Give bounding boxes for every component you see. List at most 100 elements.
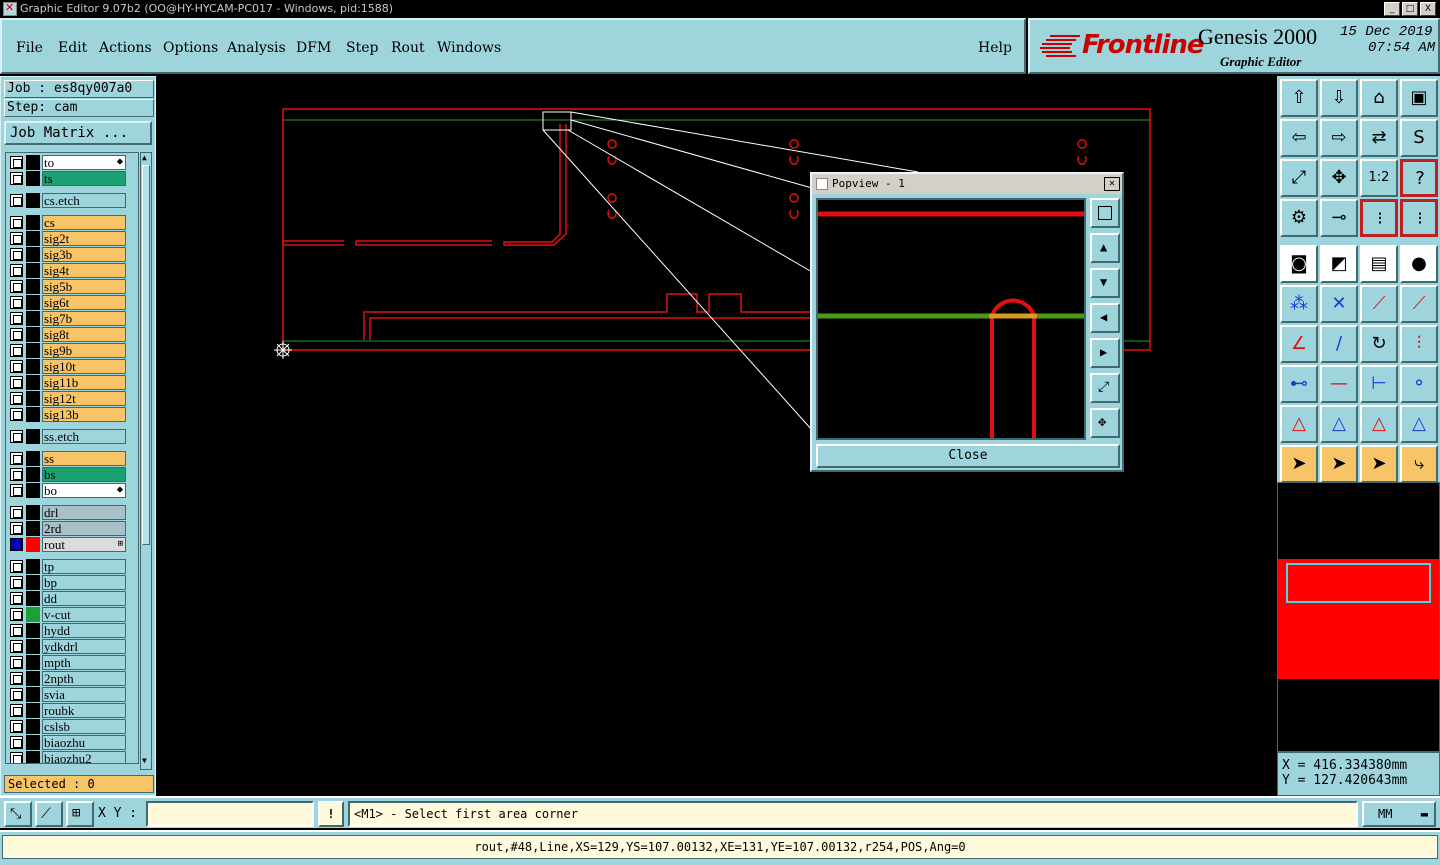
help-button[interactable]: ? [1400,159,1438,197]
layer-name[interactable]: rout [42,537,126,552]
layer-checkbox[interactable] [10,538,23,551]
snap-button[interactable]: ⊸ [1320,199,1358,237]
snap-angle-button[interactable]: ⟋ [35,801,63,827]
layer-row-sig4t[interactable]: sig4t [8,263,126,278]
layer-checkbox[interactable] [10,640,23,653]
layer-checkbox[interactable] [10,392,23,405]
layer-checkbox[interactable] [10,452,23,465]
layer-color-swatch[interactable] [26,655,40,670]
rout-button[interactable]: ⫶ [1400,325,1438,363]
triangle2-button[interactable]: △ [1320,405,1358,443]
layer-name[interactable]: sig5b [42,279,126,294]
menu-edit[interactable]: Edit [58,40,87,56]
layer-checkbox[interactable] [10,312,23,325]
pan-left-button[interactable]: ⇦ [1280,119,1318,157]
layer-name[interactable]: bp [42,575,126,590]
layer-name[interactable]: 2rd [42,521,126,536]
popview-zoom-in-button[interactable] [1090,198,1120,228]
layer-name[interactable]: to [42,155,126,170]
popview-pan-up-button[interactable]: ▲ [1090,233,1120,263]
zoom-1to2-button[interactable]: 1:2 [1360,159,1398,197]
redraw-button[interactable]: S [1400,119,1438,157]
layer-name[interactable]: ss [42,451,126,466]
layer-color-swatch[interactable] [26,359,40,374]
layer-color-swatch[interactable] [26,263,40,278]
layer-color-swatch[interactable] [26,193,40,208]
layer-color-swatch[interactable] [26,687,40,702]
layer-checkbox[interactable] [10,736,23,749]
layer-checkbox[interactable] [10,360,23,373]
snap-mode-button[interactable]: ⤡ [4,801,32,827]
zoom-center-button[interactable]: ✥ [1320,159,1358,197]
layer-name[interactable]: cs.etch [42,193,126,208]
popview-pan-down-button[interactable]: ▼ [1090,268,1120,298]
pad-round-button[interactable]: ● [1400,245,1438,283]
menu-analysis[interactable]: Analysis [227,40,286,56]
pointer-circle-button[interactable]: ➤ [1360,445,1398,483]
layer-name[interactable]: sig10t [42,359,126,374]
layer-name[interactable]: dd [42,591,126,606]
layer-checkbox[interactable] [10,264,23,277]
layer-row-sig5b[interactable]: sig5b [8,279,126,294]
menu-rout[interactable]: Rout [391,40,425,56]
maximize-button[interactable]: □ [1402,2,1418,16]
layer-row-cs[interactable]: cs [8,215,126,230]
layer-color-swatch[interactable] [26,467,40,482]
layer-name[interactable]: 2npth [42,671,126,686]
xy-input[interactable] [146,801,314,827]
pan-right-button[interactable]: ⇨ [1320,119,1358,157]
layer-row-mpth[interactable]: mpth [8,655,126,670]
exclamation-button[interactable]: ! [318,801,344,827]
layer-color-swatch[interactable] [26,639,40,654]
diag-line-button[interactable]: / [1320,325,1358,363]
layer-name[interactable]: drl [42,505,126,520]
layer-color-swatch[interactable] [26,521,40,536]
scroll-up-icon[interactable]: ▲ [142,154,150,162]
layer-color-swatch[interactable] [26,429,40,444]
layer-color-swatch[interactable] [26,505,40,520]
layer-color-swatch[interactable] [26,215,40,230]
layer-color-swatch[interactable] [26,607,40,622]
layer-name[interactable]: hydd [42,623,126,638]
menu-options[interactable]: Options [163,40,218,56]
layer-checkbox[interactable] [10,720,23,733]
layer-color-swatch[interactable] [26,155,40,170]
layer-name[interactable]: sig9b [42,343,126,358]
layer-color-swatch[interactable] [26,735,40,750]
layer-name[interactable]: bs [42,467,126,482]
layer-row-dd[interactable]: dd [8,591,126,606]
layer-checkbox[interactable] [10,468,23,481]
layer-row-sig11b[interactable]: sig11b [8,375,126,390]
layer-color-swatch[interactable] [26,671,40,686]
layer-color-swatch[interactable] [26,591,40,606]
layer-checkbox[interactable] [10,172,23,185]
layer-color-swatch[interactable] [26,391,40,406]
layer-checkbox[interactable] [10,624,23,637]
save-job-button[interactable]: ⇩ [1320,79,1358,117]
triangle-button[interactable]: △ [1280,405,1318,443]
layer-row-sig10t[interactable]: sig10t [8,359,126,374]
layer-name[interactable]: sig7b [42,311,126,326]
layer-checkbox[interactable] [10,752,23,763]
popview-center-button[interactable]: ✥ [1090,408,1120,438]
menu-help[interactable]: Help [978,40,1012,56]
popview-close-button[interactable]: Close [816,444,1120,468]
layer-row-ts[interactable]: ts [8,171,126,186]
layer-checkbox[interactable] [10,656,23,669]
layer-checkbox[interactable] [10,194,23,207]
grid-button[interactable]: ⊞ [66,801,94,827]
layer-checkbox[interactable] [10,576,23,589]
layer-checkbox[interactable] [10,376,23,389]
layer-row-bo[interactable]: bo ⬥ [8,483,126,498]
layer-row-ss.etch[interactable]: ss.etch [8,429,126,444]
popview-pan-left-button[interactable]: ◀ [1090,303,1120,333]
pad-button[interactable]: ◙ [1280,245,1318,283]
window-button[interactable]: ▣ [1400,79,1438,117]
popview-canvas[interactable] [816,198,1086,440]
layer-row-biaozhu[interactable]: biaozhu [8,735,126,750]
layer-name[interactable]: cs [42,215,126,230]
layer-color-swatch[interactable] [26,703,40,718]
layer-row-ydkdrl[interactable]: ydkdrl [8,639,126,654]
layer-color-swatch[interactable] [26,311,40,326]
units-select[interactable]: MM ▬ [1362,801,1436,827]
